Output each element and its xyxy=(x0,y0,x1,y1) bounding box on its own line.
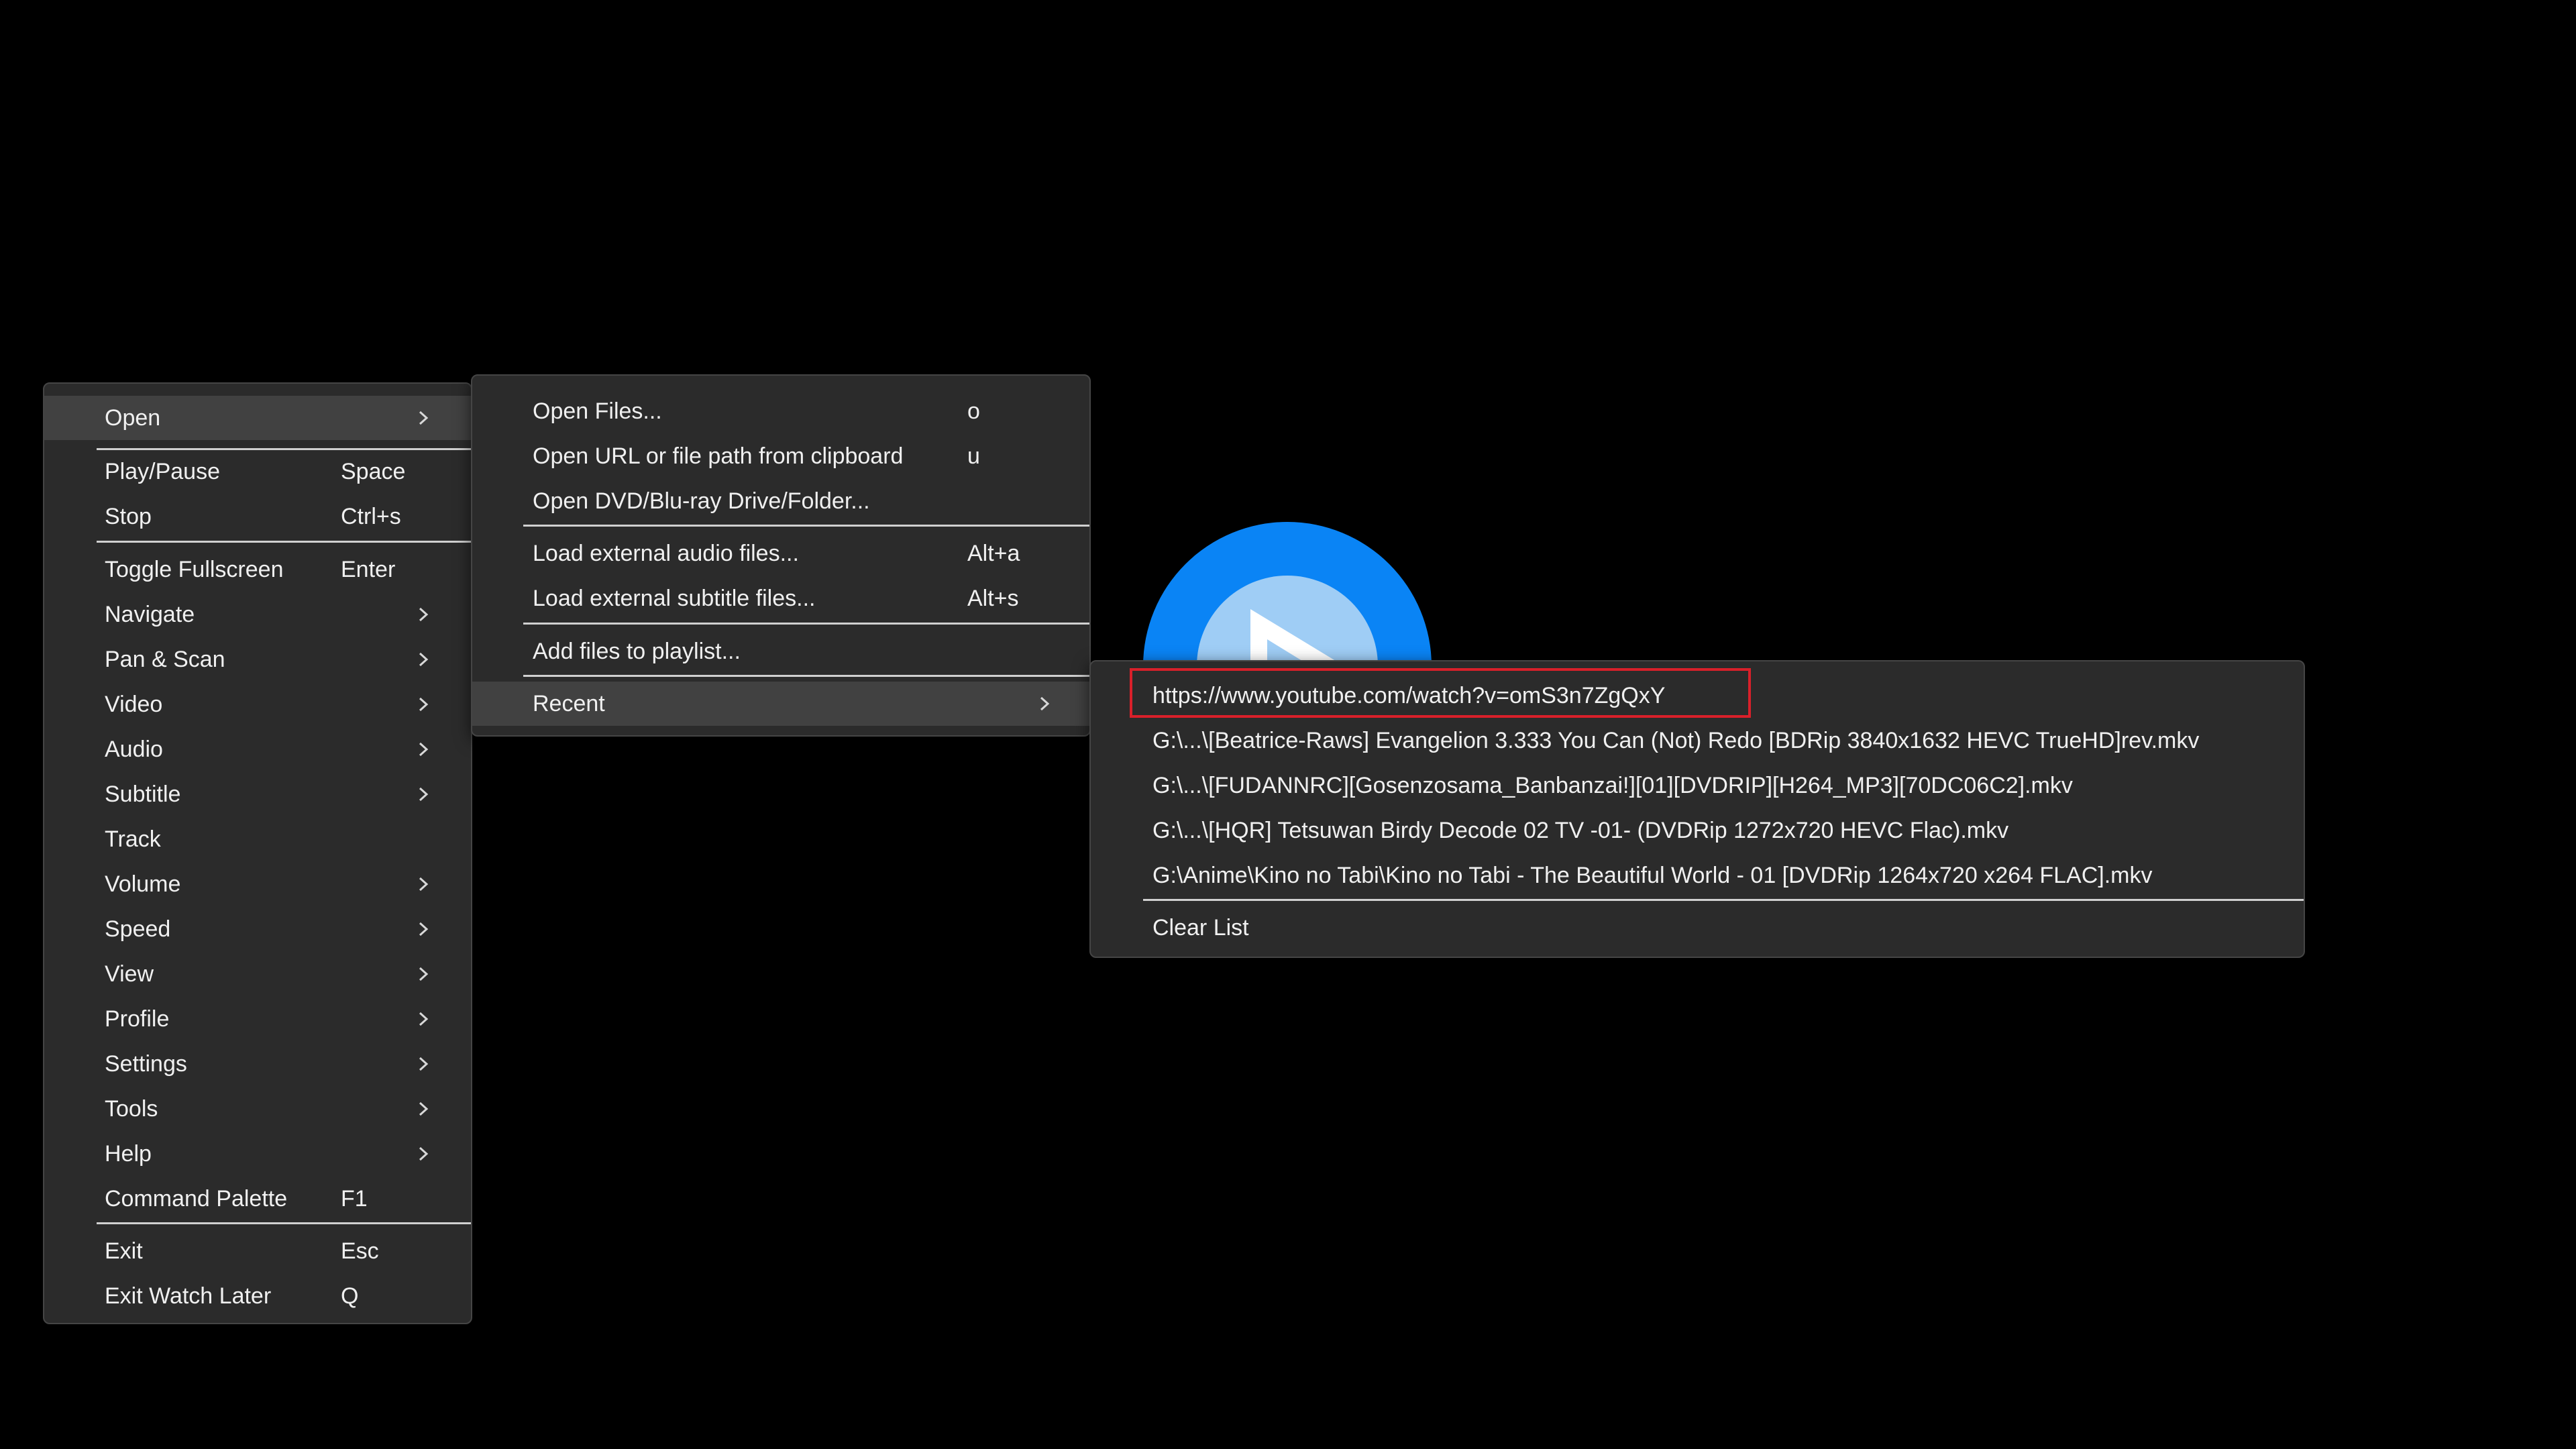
menu-item-add-to-playlist[interactable]: Add files to playlist... xyxy=(472,629,1089,674)
chevron-right-icon xyxy=(419,652,429,667)
menu-item-volume[interactable]: Volume xyxy=(44,862,471,906)
menu-item-label: Load external audio files... xyxy=(533,541,799,566)
menu-item-label: G:\...\[FUDANNRC][Gosenzosama_Banbanzai!… xyxy=(1152,773,2073,798)
menu-item-track[interactable]: Track xyxy=(44,817,471,861)
menu-item-label: Stop xyxy=(105,504,152,529)
menu-item-audio[interactable]: Audio xyxy=(44,727,471,771)
menu-item-open-dvd-bluray[interactable]: Open DVD/Blu-ray Drive/Folder... xyxy=(472,479,1089,523)
highlight-box xyxy=(1130,668,1751,718)
menu-item-open[interactable]: Open xyxy=(44,396,471,440)
menu-item-label: G:\...\[HQR] Tetsuwan Birdy Decode 02 TV… xyxy=(1152,818,2009,843)
menu-item-label: G:\Anime\Kino no Tabi\Kino no Tabi - The… xyxy=(1152,863,2153,888)
chevron-right-icon xyxy=(1040,696,1050,711)
menu-item-shortcut: u xyxy=(967,443,980,469)
menu-item-label: Track xyxy=(105,826,161,852)
menu-item-exit-watch-later[interactable]: Exit Watch Later Q xyxy=(44,1274,471,1318)
menu-item-label: Tools xyxy=(105,1096,158,1122)
recent-item-kino-no-tabi[interactable]: G:\Anime\Kino no Tabi\Kino no Tabi - The… xyxy=(1091,853,2304,898)
menu-item-label: Volume xyxy=(105,871,181,897)
chevron-right-icon xyxy=(419,1012,429,1026)
menu-item-tools[interactable]: Tools xyxy=(44,1087,471,1131)
menu-item-label: Audio xyxy=(105,737,163,762)
menu-item-label: Recent xyxy=(533,691,605,716)
menu-item-label: Clear List xyxy=(1152,915,1249,941)
chevron-right-icon xyxy=(419,1146,429,1161)
menu-item-toggle-fullscreen[interactable]: Toggle Fullscreen Enter xyxy=(44,547,471,592)
menu-item-recent[interactable]: Recent xyxy=(472,682,1089,726)
menu-item-label: Open Files... xyxy=(533,398,662,424)
menu-item-shortcut: Space xyxy=(341,459,406,484)
chevron-right-icon xyxy=(419,787,429,802)
chevron-right-icon xyxy=(419,607,429,622)
menu-item-open-files[interactable]: Open Files... o xyxy=(472,389,1089,433)
menu-item-video[interactable]: Video xyxy=(44,682,471,727)
menu-item-label: Command Palette xyxy=(105,1186,288,1212)
recent-item-evangelion[interactable]: G:\...\[Beatrice-Raws] Evangelion 3.333 … xyxy=(1091,718,2304,763)
menu-item-command-palette[interactable]: Command Palette F1 xyxy=(44,1177,471,1221)
menu-item-shortcut: Esc xyxy=(341,1238,379,1264)
open-submenu: Open Files... o Open URL or file path fr… xyxy=(471,374,1091,737)
menu-item-label: Exit xyxy=(105,1238,143,1264)
menu-item-shortcut: o xyxy=(967,398,980,424)
separator xyxy=(1143,899,2304,901)
chevron-right-icon xyxy=(419,1102,429,1116)
recent-item-gosenzosama[interactable]: G:\...\[FUDANNRC][Gosenzosama_Banbanzai!… xyxy=(1091,763,2304,808)
menu-item-speed[interactable]: Speed xyxy=(44,907,471,951)
menu-item-label: Help xyxy=(105,1141,152,1167)
chevron-right-icon xyxy=(419,742,429,757)
menu-item-label: View xyxy=(105,961,154,987)
chevron-right-icon xyxy=(419,697,429,712)
menu-item-navigate[interactable]: Navigate xyxy=(44,592,471,637)
menu-item-shortcut: F1 xyxy=(341,1186,368,1212)
menu-item-open-url-clipboard[interactable]: Open URL or file path from clipboard u xyxy=(472,434,1089,478)
menu-item-shortcut: Ctrl+s xyxy=(341,504,401,529)
chevron-right-icon xyxy=(419,967,429,981)
menu-item-label: Load external subtitle files... xyxy=(533,586,816,611)
separator xyxy=(523,675,1089,677)
chevron-right-icon xyxy=(419,411,429,425)
menu-item-label: Settings xyxy=(105,1051,187,1077)
menu-item-subtitle[interactable]: Subtitle xyxy=(44,772,471,816)
menu-item-shortcut: Alt+s xyxy=(967,586,1019,611)
menu-item-view[interactable]: View xyxy=(44,952,471,996)
menu-item-label: Open xyxy=(105,405,161,431)
menu-item-pan-scan[interactable]: Pan & Scan xyxy=(44,637,471,682)
menu-item-label: Navigate xyxy=(105,602,195,627)
menu-item-help[interactable]: Help xyxy=(44,1132,471,1176)
menu-item-label: Open DVD/Blu-ray Drive/Folder... xyxy=(533,488,870,514)
menu-item-profile[interactable]: Profile xyxy=(44,997,471,1041)
menu-item-play-pause[interactable]: Play/Pause Space xyxy=(44,449,471,494)
menu-item-label: Speed xyxy=(105,916,171,942)
recent-item-tetsuwan-birdy[interactable]: G:\...\[HQR] Tetsuwan Birdy Decode 02 TV… xyxy=(1091,808,2304,853)
menu-item-shortcut: Q xyxy=(341,1283,359,1309)
menu-item-label: Play/Pause xyxy=(105,459,220,484)
menu-item-shortcut: Enter xyxy=(341,557,396,582)
menu-item-load-external-audio[interactable]: Load external audio files... Alt+a xyxy=(472,531,1089,576)
separator xyxy=(97,1222,471,1224)
menu-item-exit[interactable]: Exit Esc xyxy=(44,1229,471,1273)
menu-item-label: Profile xyxy=(105,1006,170,1032)
menu-item-label: Pan & Scan xyxy=(105,647,225,672)
recent-item-clear-list[interactable]: Clear List xyxy=(1091,906,2304,950)
menu-item-label: Add files to playlist... xyxy=(533,639,741,664)
menu-item-label: Video xyxy=(105,692,163,717)
separator xyxy=(523,525,1089,527)
menu-item-load-external-subtitle[interactable]: Load external subtitle files... Alt+s xyxy=(472,576,1089,621)
menu-item-settings[interactable]: Settings xyxy=(44,1042,471,1086)
menu-item-label: Open URL or file path from clipboard xyxy=(533,443,904,469)
menu-item-label: G:\...\[Beatrice-Raws] Evangelion 3.333 … xyxy=(1152,728,2200,753)
menu-item-shortcut: Alt+a xyxy=(967,541,1020,566)
menu-item-stop[interactable]: Stop Ctrl+s xyxy=(44,494,471,539)
separator xyxy=(523,623,1089,625)
separator xyxy=(97,541,471,543)
chevron-right-icon xyxy=(419,922,429,936)
main-context-menu: Open Play/Pause Space Stop Ctrl+s Toggle… xyxy=(43,382,472,1324)
menu-item-label: Exit Watch Later xyxy=(105,1283,272,1309)
chevron-right-icon xyxy=(419,1057,429,1071)
chevron-right-icon xyxy=(419,877,429,892)
menu-item-label: Subtitle xyxy=(105,782,181,807)
menu-item-label: Toggle Fullscreen xyxy=(105,557,284,582)
